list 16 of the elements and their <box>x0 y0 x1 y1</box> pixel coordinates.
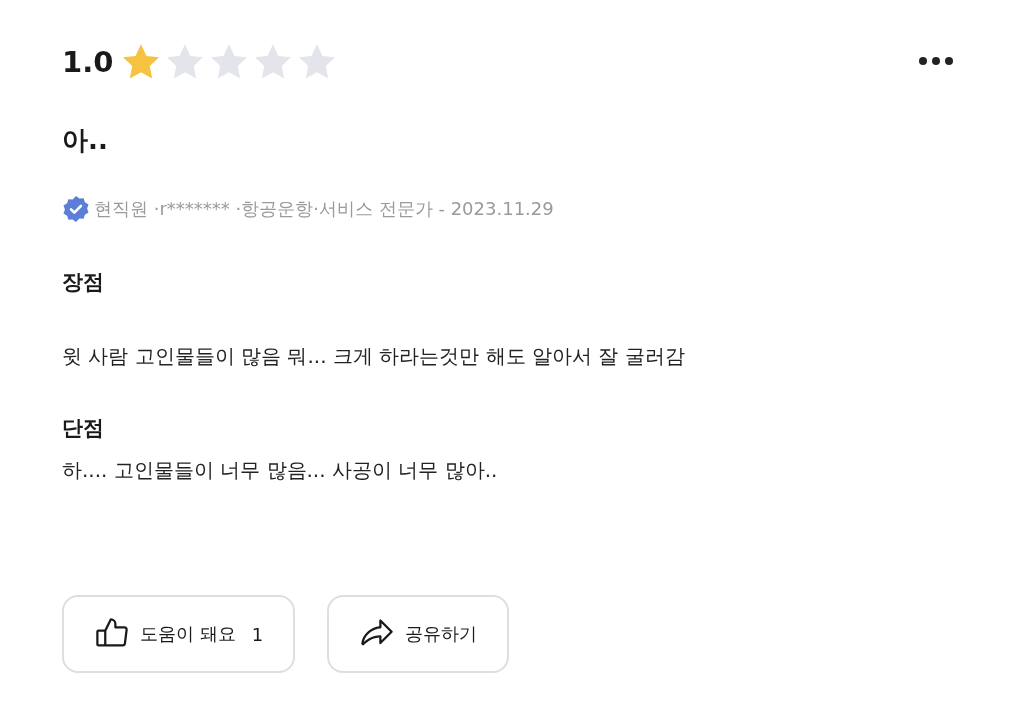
rating-score: 1.0 <box>62 44 114 81</box>
section-text: 하.... 고인물들이 너무 많음... 사공이 너무 많아.. <box>62 457 499 484</box>
share-button[interactable]: 공유하기 <box>327 595 510 673</box>
section-text: 윗 사람 고인물들이 많음 뭐... 크게 하라는것만 해도 알아서 잘 굴러감 <box>62 343 686 370</box>
section-heading: 단점 <box>62 415 105 442</box>
star-empty-icon <box>297 43 338 81</box>
star-empty-icon <box>253 43 294 81</box>
star-empty-icon <box>165 43 206 81</box>
helpful-button[interactable]: 도움이 돼요 1 <box>62 595 296 673</box>
review-meta: 현직원 ·r******* ·항공운항·서비스 전문가 - 2023.11.29 <box>94 197 554 221</box>
star-filled-icon <box>121 43 162 81</box>
section-heading: 장점 <box>62 269 105 296</box>
review-title: 아.. <box>62 124 109 157</box>
verified-badge-icon <box>62 195 90 223</box>
more-options-icon[interactable] <box>918 56 954 66</box>
star-empty-icon <box>209 43 250 81</box>
